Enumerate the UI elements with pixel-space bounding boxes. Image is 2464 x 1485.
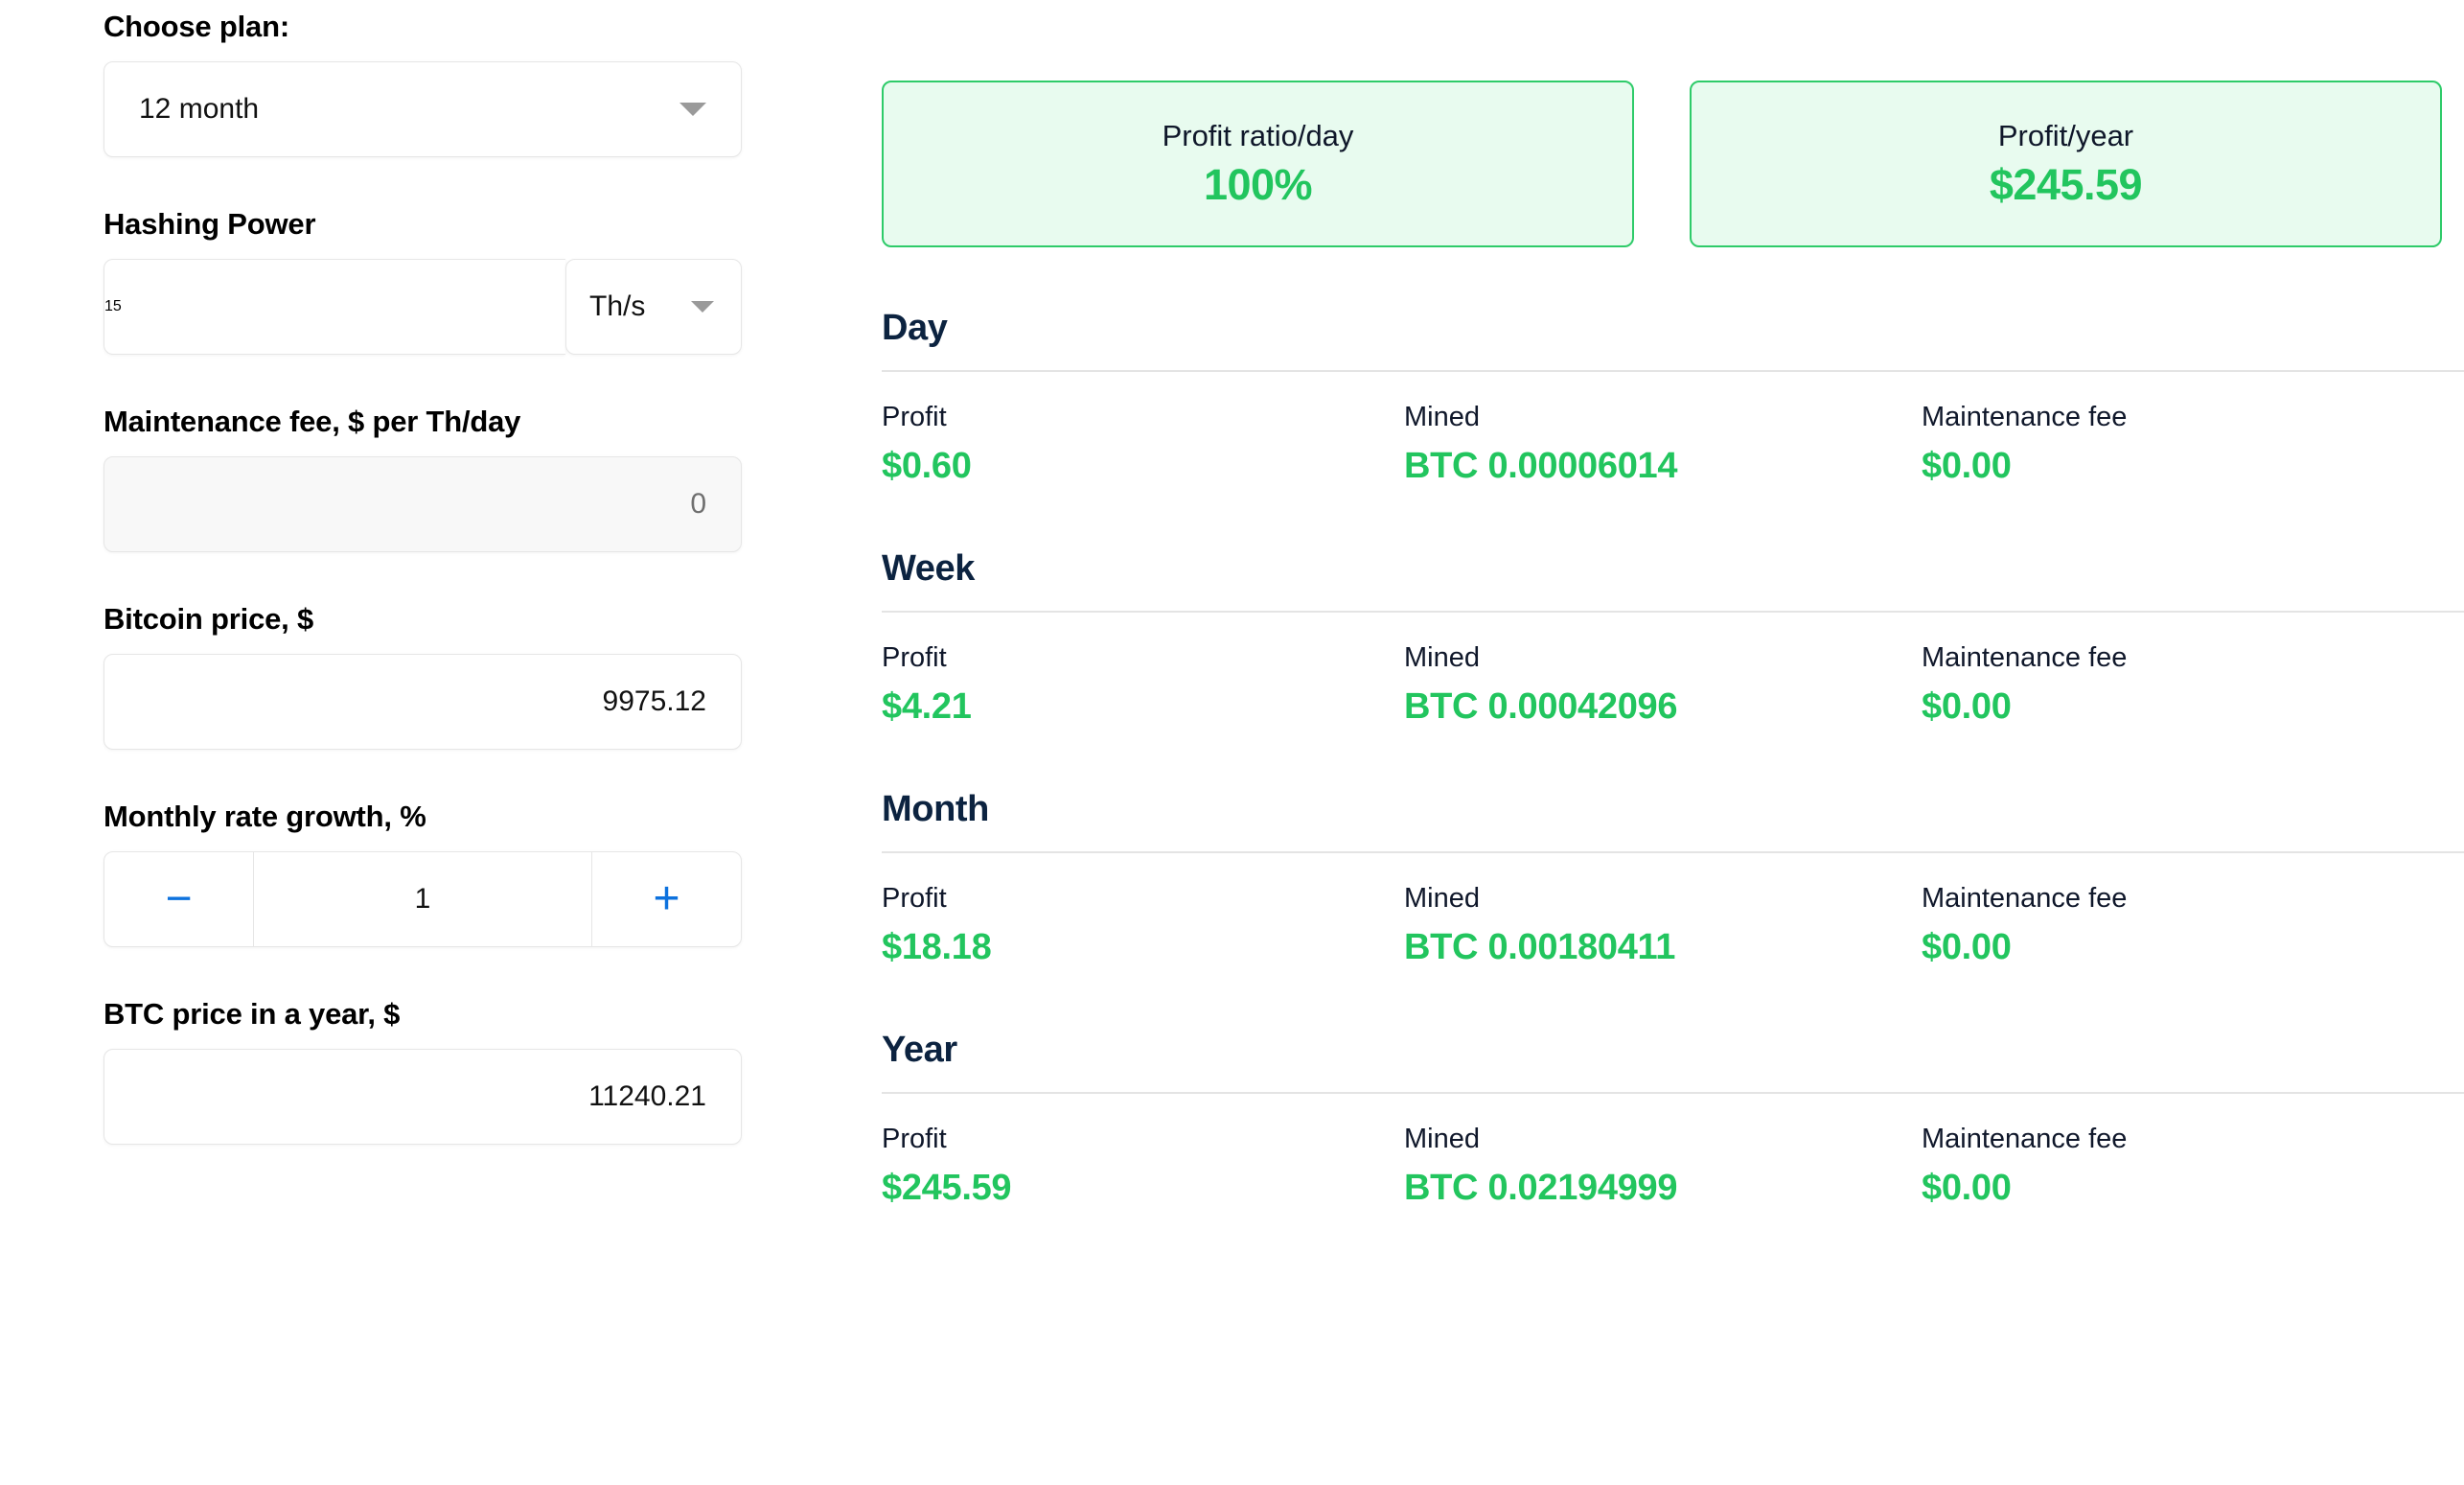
metric-label: Maintenance fee	[1922, 402, 2128, 432]
period-section-year: Year Profit $245.59 Mined BTC 0.02194999…	[882, 1029, 2464, 1210]
hashing-power-unit-select[interactable]: Th/s	[565, 259, 742, 355]
metric-value: $245.59	[882, 1168, 1012, 1208]
metric-label: Mined	[1404, 642, 1480, 673]
hashing-power-value: 15	[104, 298, 122, 314]
period-metrics: Profit $0.60 Mined BTC 0.00006014 Mainte…	[882, 399, 2464, 488]
metric-label: Profit	[882, 642, 947, 673]
btc-price-year-input[interactable]: 11240.21	[104, 1049, 742, 1145]
monthly-rate-growth-label: Monthly rate growth, %	[104, 800, 426, 833]
period-title: Week	[882, 548, 975, 589]
field-hashing-power: Hashing Power 15 Th/s	[104, 205, 757, 355]
period-title: Day	[882, 308, 948, 348]
metric-value: BTC 0.00006014	[1404, 446, 1678, 486]
bitcoin-price-label: Bitcoin price, $	[104, 602, 314, 636]
field-choose-plan: Choose plan: 12 month	[104, 8, 757, 157]
choose-plan-label: Choose plan:	[104, 10, 289, 43]
mining-profit-calculator: Choose plan: 12 month Hashing Power 15 T…	[0, 0, 2464, 1485]
metric-label: Profit	[882, 402, 947, 432]
metric-value: $0.00	[1922, 446, 2012, 486]
metric-value: $0.00	[1922, 927, 2012, 967]
metric-value: BTC 0.00180411	[1404, 927, 1676, 967]
section-divider	[882, 851, 2464, 853]
hashing-power-label: Hashing Power	[104, 207, 316, 241]
metric-label: Maintenance fee	[1922, 642, 2128, 673]
hashing-power-group: 15 Th/s	[104, 259, 742, 355]
metric-label: Maintenance fee	[1922, 883, 2128, 914]
decrement-button[interactable]: −	[104, 852, 254, 946]
metric-value: $0.60	[882, 446, 972, 486]
period-title: Month	[882, 789, 989, 829]
summary-card-title: Profit ratio/day	[1162, 119, 1354, 152]
summary-card-value: $245.59	[1989, 160, 2143, 209]
metric-value: $4.21	[882, 686, 972, 727]
section-divider	[882, 370, 2464, 372]
period-section-day: Day Profit $0.60 Mined BTC 0.00006014 Ma…	[882, 307, 2464, 488]
monthly-rate-growth-stepper: − 1 +	[104, 851, 742, 947]
bitcoin-price-value: 9975.12	[602, 685, 706, 717]
metric-value: $18.18	[882, 927, 992, 967]
metric-maintenance-fee: Maintenance fee $0.00	[1922, 880, 2458, 969]
metric-mined: Mined BTC 0.02194999	[1404, 1121, 1922, 1210]
field-monthly-rate-growth: Monthly rate growth, % − 1 +	[104, 798, 757, 947]
section-divider	[882, 611, 2464, 613]
metric-value: $0.00	[1922, 686, 2012, 727]
maintenance-fee-label: Maintenance fee, $ per Th/day	[104, 405, 521, 438]
metric-value: BTC 0.00042096	[1404, 686, 1678, 727]
field-bitcoin-price: Bitcoin price, $ 9975.12	[104, 600, 757, 750]
metric-mined: Mined BTC 0.00042096	[1404, 639, 1922, 729]
period-metrics: Profit $245.59 Mined BTC 0.02194999 Main…	[882, 1121, 2464, 1210]
metric-maintenance-fee: Maintenance fee $0.00	[1922, 1121, 2458, 1210]
hashing-power-input[interactable]: 15	[104, 259, 565, 355]
summary-card-value: 100%	[1203, 160, 1313, 209]
section-divider	[882, 1092, 2464, 1094]
maintenance-fee-value: 0	[690, 488, 706, 520]
plan-select-value: 12 month	[139, 93, 260, 125]
metric-label: Profit	[882, 883, 947, 914]
monthly-rate-growth-value[interactable]: 1	[254, 852, 591, 946]
results-panel: Profit ratio/day 100% Profit/year $245.5…	[882, 0, 2464, 1485]
period-section-month: Month Profit $18.18 Mined BTC 0.00180411…	[882, 788, 2464, 969]
summary-card-profit-year: Profit/year $245.59	[1690, 81, 2442, 247]
metric-mined: Mined BTC 0.00006014	[1404, 399, 1922, 488]
metric-label: Mined	[1404, 883, 1480, 914]
metric-profit: Profit $0.60	[882, 399, 1404, 488]
period-metrics: Profit $18.18 Mined BTC 0.00180411 Maint…	[882, 880, 2464, 969]
calculator-form: Choose plan: 12 month Hashing Power 15 T…	[0, 0, 757, 1485]
metric-label: Maintenance fee	[1922, 1124, 2128, 1154]
summary-card-title: Profit/year	[1997, 119, 2134, 152]
summary-card-profit-ratio-day: Profit ratio/day 100%	[882, 81, 1634, 247]
period-metrics: Profit $4.21 Mined BTC 0.00042096 Mainte…	[882, 639, 2464, 729]
metric-value: $0.00	[1922, 1168, 2012, 1208]
metric-maintenance-fee: Maintenance fee $0.00	[1922, 639, 2458, 729]
field-btc-price-in-a-year: BTC price in a year, $ 11240.21	[104, 995, 757, 1145]
summary-cards: Profit ratio/day 100% Profit/year $245.5…	[882, 0, 2464, 247]
chevron-down-icon	[691, 301, 714, 313]
btc-price-year-value: 11240.21	[588, 1080, 706, 1112]
chevron-down-icon	[679, 103, 706, 116]
hashing-power-unit-value: Th/s	[589, 290, 646, 322]
metric-profit: Profit $245.59	[882, 1121, 1404, 1210]
maintenance-fee-input[interactable]: 0	[104, 456, 742, 552]
period-title: Year	[882, 1030, 957, 1070]
metric-profit: Profit $18.18	[882, 880, 1404, 969]
bitcoin-price-input[interactable]: 9975.12	[104, 654, 742, 750]
plan-select[interactable]: 12 month	[104, 61, 742, 157]
btc-price-year-label: BTC price in a year, $	[104, 997, 401, 1031]
metric-profit: Profit $4.21	[882, 639, 1404, 729]
metric-maintenance-fee: Maintenance fee $0.00	[1922, 399, 2458, 488]
period-section-week: Week Profit $4.21 Mined BTC 0.00042096 M…	[882, 547, 2464, 729]
increment-button[interactable]: +	[591, 852, 741, 946]
metric-label: Mined	[1404, 1124, 1480, 1154]
metric-value: BTC 0.02194999	[1404, 1168, 1678, 1208]
metric-mined: Mined BTC 0.00180411	[1404, 880, 1922, 969]
metric-label: Profit	[882, 1124, 947, 1154]
metric-label: Mined	[1404, 402, 1480, 432]
field-maintenance-fee: Maintenance fee, $ per Th/day 0	[104, 403, 757, 552]
